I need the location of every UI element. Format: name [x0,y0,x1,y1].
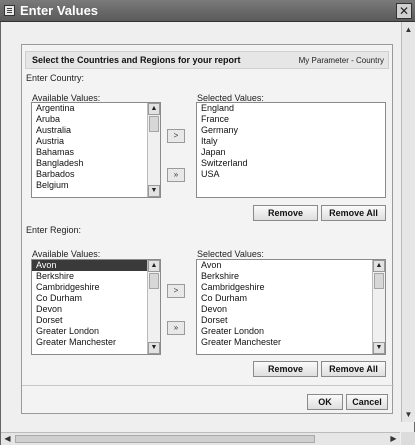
list-item[interactable]: Dorset [197,315,385,326]
list-item[interactable]: Italy [197,136,385,147]
region-available-list[interactable]: Avon Berkshire Cambridgeshire Co Durham … [31,259,161,355]
country-selected-list[interactable]: England France Germany Italy Japan Switz… [196,102,386,198]
country-remove-button[interactable]: Remove [253,205,318,221]
scroll-thumb[interactable] [149,116,159,132]
scroll-down-icon[interactable]: ▼ [373,342,385,354]
region-available-label: Available Values: [32,249,101,259]
country-add-button[interactable]: > [167,129,185,143]
list-item[interactable]: Greater London [32,326,160,337]
scroll-down-icon[interactable]: ▼ [403,409,414,420]
scroll-right-icon[interactable]: ▶ [388,433,399,445]
country-available-items: Argentina Aruba Australia Austria Bahama… [32,103,160,191]
country-available-list[interactable]: Argentina Aruba Australia Austria Bahama… [31,102,161,198]
scroll-thumb[interactable] [374,273,384,289]
region-remove-button[interactable]: Remove [253,361,318,377]
list-item[interactable]: Bangladesh [32,158,160,169]
list-item[interactable]: Belgium [32,180,160,191]
window-title: Enter Values [20,3,99,18]
list-item[interactable]: USA [197,169,385,180]
list-item[interactable]: Aruba [32,114,160,125]
list-item[interactable]: Co Durham [197,293,385,304]
list-item[interactable]: Bahamas [32,147,160,158]
window-icon [4,5,15,16]
dialog-header: Select the Countries and Regions for you… [25,51,389,69]
region-section-label: Enter Region: [26,225,82,235]
list-item[interactable]: Barbados [32,169,160,180]
list-item[interactable]: Devon [32,304,160,315]
list-item[interactable]: Cambridgeshire [197,282,385,293]
footer-divider [22,385,394,386]
list-item[interactable]: Avon [197,260,385,271]
list-item[interactable]: Greater Manchester [32,337,160,348]
ok-button[interactable]: OK [307,394,343,410]
close-icon[interactable]: ✕ [396,3,412,19]
list-item[interactable]: Japan [197,147,385,158]
cancel-button[interactable]: Cancel [346,394,388,410]
scroll-thumb[interactable] [149,273,159,289]
list-item[interactable]: Argentina [32,103,160,114]
region-remove-all-button[interactable]: Remove All [321,361,386,377]
scroll-up-icon[interactable]: ▲ [373,260,385,272]
scroll-down-icon[interactable]: ▼ [148,342,160,354]
list-item[interactable]: France [197,114,385,125]
title-bar: Enter Values ✕ [0,0,415,22]
scroll-left-icon[interactable]: ◀ [2,433,13,445]
country-add-all-button[interactable]: » [167,168,185,182]
window-vertical-scrollbar[interactable]: ▲ ▼ [401,22,415,422]
scroll-corner [401,432,415,445]
list-item[interactable]: Greater Manchester [197,337,385,348]
scroll-up-icon[interactable]: ▲ [148,103,160,115]
region-selected-list[interactable]: Avon Berkshire Cambridgeshire Co Durham … [196,259,386,355]
country-section-label: Enter Country: [26,73,85,83]
scroll-up-icon[interactable]: ▲ [148,260,160,272]
region-add-all-button[interactable]: » [167,321,185,335]
list-item[interactable]: Germany [197,125,385,136]
list-item[interactable]: Co Durham [32,293,160,304]
horizontal-scroll-thumb[interactable] [15,435,315,443]
region-available-scrollbar[interactable]: ▲ ▼ [147,260,160,354]
list-item[interactable]: Austria [32,136,160,147]
list-item[interactable]: Devon [197,304,385,315]
scroll-up-icon[interactable]: ▲ [403,24,414,35]
region-add-button[interactable]: > [167,284,185,298]
window-horizontal-scrollbar[interactable]: ◀ ▶ [1,432,400,445]
list-item[interactable]: Switzerland [197,158,385,169]
parameter-name: My Parameter - Country [298,56,384,65]
list-item[interactable]: Cambridgeshire [32,282,160,293]
list-item[interactable]: England [197,103,385,114]
region-selected-label: Selected Values: [197,249,264,259]
region-selected-scrollbar[interactable]: ▲ ▼ [372,260,385,354]
dialog-heading: Select the Countries and Regions for you… [32,55,241,65]
list-item-selected[interactable]: Avon [32,260,160,271]
list-item[interactable]: Greater London [197,326,385,337]
list-item[interactable]: Australia [32,125,160,136]
country-available-scrollbar[interactable]: ▲ ▼ [147,103,160,197]
list-item[interactable]: Berkshire [32,271,160,282]
list-item[interactable]: Dorset [32,315,160,326]
parameter-dialog: Select the Countries and Regions for you… [21,44,394,414]
scroll-down-icon[interactable]: ▼ [148,185,160,197]
country-remove-all-button[interactable]: Remove All [321,205,386,221]
list-item[interactable]: Berkshire [197,271,385,282]
